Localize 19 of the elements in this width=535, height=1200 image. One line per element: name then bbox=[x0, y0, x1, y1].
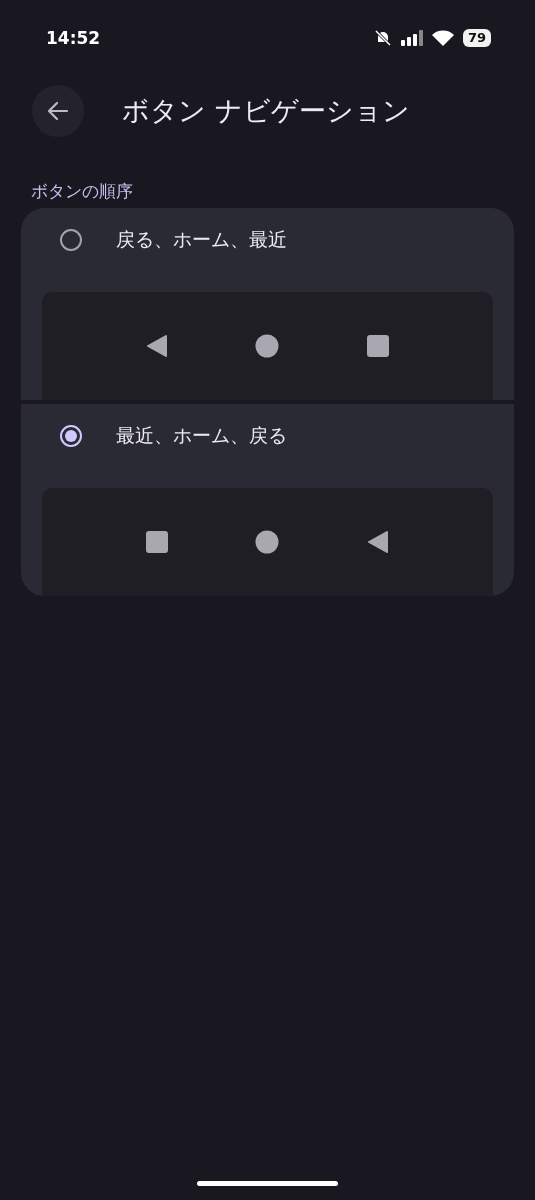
page-title: ボタン ナビゲーション bbox=[122, 94, 410, 128]
muted-bell-icon bbox=[373, 29, 392, 47]
status-time: 14:52 bbox=[46, 28, 101, 48]
home-circle-icon bbox=[255, 530, 280, 554]
recents-square-icon bbox=[367, 335, 390, 357]
section-label: ボタンの順序 bbox=[30, 180, 134, 203]
back-button[interactable] bbox=[32, 85, 84, 137]
home-circle-icon bbox=[255, 334, 280, 358]
wifi-icon bbox=[431, 30, 454, 46]
option-label: 戻る、ホーム、最近 bbox=[116, 227, 287, 252]
back-triangle-icon bbox=[145, 334, 168, 358]
back-triangle-icon bbox=[367, 530, 390, 554]
signal-icon bbox=[400, 30, 423, 46]
back-arrow-icon bbox=[47, 101, 69, 121]
radio-button[interactable] bbox=[60, 229, 82, 251]
option-label: 最近、ホーム、戻る bbox=[116, 423, 287, 448]
recents-square-icon bbox=[145, 531, 168, 553]
radio-button[interactable] bbox=[60, 425, 82, 447]
battery-level: 79 bbox=[462, 29, 491, 47]
